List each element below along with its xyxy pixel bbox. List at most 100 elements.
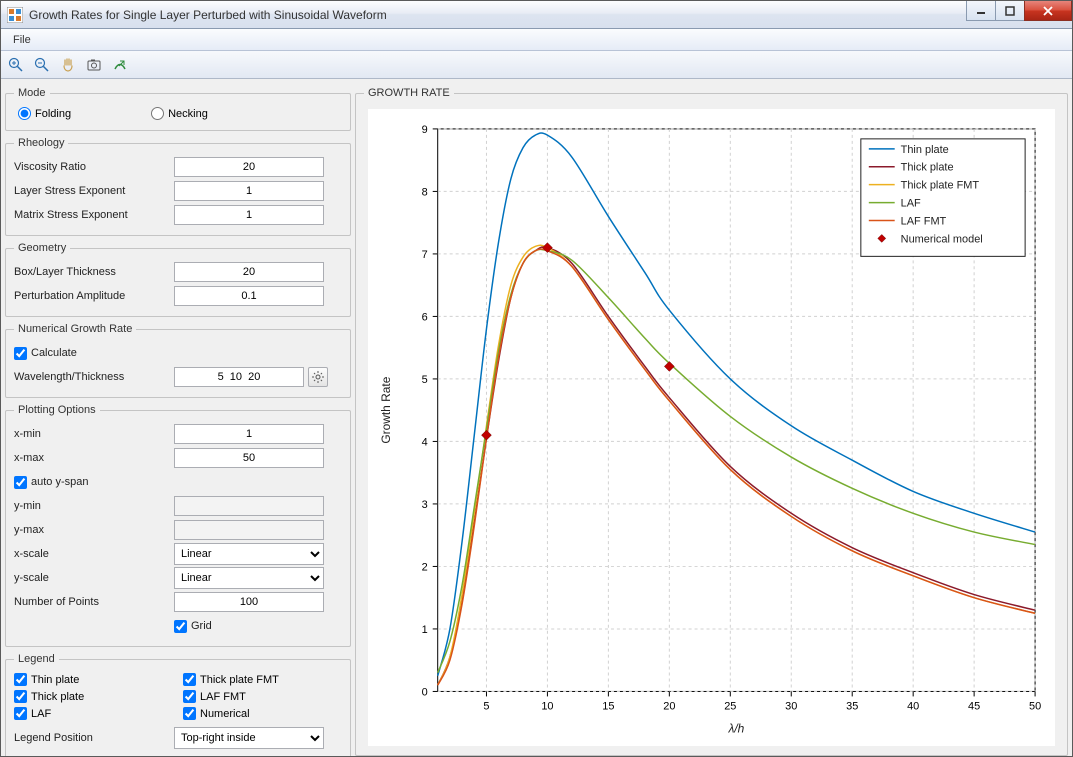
grid-checkbox[interactable]: Grid <box>174 620 334 633</box>
xscale-label: x-scale <box>14 548 174 560</box>
xmin-input[interactable] <box>174 424 324 444</box>
export-icon[interactable] <box>111 56 129 74</box>
ymax-label: y-max <box>14 524 174 536</box>
viscosity-ratio-label: Viscosity Ratio <box>14 161 174 173</box>
plotting-options-group: Plotting Options x-min x-max auto y-span… <box>5 404 351 647</box>
rheology-group: Rheology Viscosity Ratio Layer Stress Ex… <box>5 137 351 236</box>
svg-text:40: 40 <box>907 700 919 712</box>
maximize-button[interactable] <box>995 1 1025 21</box>
titlebar[interactable]: Growth Rates for Single Layer Perturbed … <box>1 1 1072 29</box>
controls-panel: Mode Folding Necking Rheology Viscosity … <box>5 83 351 752</box>
pan-icon[interactable] <box>59 56 77 74</box>
svg-text:15: 15 <box>602 700 614 712</box>
wl-th-label: Wavelength/Thickness <box>14 371 174 383</box>
camera-icon[interactable] <box>85 56 103 74</box>
ymin-label: y-min <box>14 500 174 512</box>
npoints-label: Number of Points <box>14 596 174 608</box>
svg-text:30: 30 <box>785 700 797 712</box>
numgr-legend: Numerical Growth Rate <box>14 323 136 335</box>
legend-laf-checkbox[interactable]: LAF <box>14 707 173 720</box>
chart-fieldset: GROWTH RATE 5101520253035404550012345678… <box>355 87 1068 756</box>
svg-text:5: 5 <box>483 700 489 712</box>
minimize-button[interactable] <box>966 1 996 21</box>
body-area: Mode Folding Necking Rheology Viscosity … <box>1 79 1072 756</box>
geometry-group: Geometry Box/Layer Thickness Perturbatio… <box>5 242 351 317</box>
menu-file[interactable]: File <box>5 32 39 48</box>
legend-thin-checkbox[interactable]: Thin plate <box>14 673 173 686</box>
legend-thick-checkbox[interactable]: Thick plate <box>14 690 173 703</box>
viscosity-ratio-input[interactable] <box>174 157 324 177</box>
svg-text:8: 8 <box>422 186 428 198</box>
mode-necking-radio[interactable]: Necking <box>151 107 208 120</box>
geometry-legend: Geometry <box>14 242 70 254</box>
svg-text:Thick plate: Thick plate <box>901 162 954 174</box>
svg-text:20: 20 <box>663 700 675 712</box>
yscale-label: y-scale <box>14 572 174 584</box>
legend-thick-fmt-checkbox[interactable]: Thick plate FMT <box>183 673 342 686</box>
menubar: File <box>1 29 1072 51</box>
legend-legend: Legend <box>14 653 59 665</box>
legend-group: Legend Thin plate Thick plate FMT Thick … <box>5 653 351 756</box>
gear-button[interactable] <box>308 367 328 387</box>
plot-area[interactable]: 51015202530354045500123456789λ/hGrowth R… <box>368 109 1055 746</box>
svg-text:1: 1 <box>422 624 428 636</box>
wl-th-input[interactable] <box>174 367 304 387</box>
xmin-label: x-min <box>14 428 174 440</box>
legend-pos-label: Legend Position <box>14 732 174 744</box>
window-title: Growth Rates for Single Layer Perturbed … <box>29 8 967 22</box>
app-window: Growth Rates for Single Layer Perturbed … <box>0 0 1073 757</box>
box-layer-label: Box/Layer Thickness <box>14 266 174 278</box>
mode-group: Mode Folding Necking <box>5 87 351 131</box>
svg-text:3: 3 <box>422 499 428 511</box>
mode-legend: Mode <box>14 87 50 99</box>
svg-text:4: 4 <box>422 436 428 448</box>
zoom-out-icon[interactable] <box>33 56 51 74</box>
svg-text:25: 25 <box>724 700 736 712</box>
zoom-in-icon[interactable] <box>7 56 25 74</box>
svg-text:7: 7 <box>422 249 428 261</box>
xmax-label: x-max <box>14 452 174 464</box>
xmax-input[interactable] <box>174 448 324 468</box>
svg-text:Thick plate FMT: Thick plate FMT <box>901 180 980 192</box>
toolbar <box>1 51 1072 79</box>
xscale-select[interactable]: Linear <box>174 543 324 565</box>
calculate-checkbox[interactable]: Calculate <box>14 347 174 360</box>
legend-laf-fmt-checkbox[interactable]: LAF FMT <box>183 690 342 703</box>
svg-text:λ/h: λ/h <box>727 721 744 735</box>
plotopts-legend: Plotting Options <box>14 404 100 416</box>
box-layer-input[interactable] <box>174 262 324 282</box>
svg-text:LAF FMT: LAF FMT <box>901 215 947 227</box>
auto-yspan-checkbox[interactable]: auto y-span <box>14 476 174 489</box>
svg-text:Growth Rate: Growth Rate <box>379 376 393 443</box>
mode-folding-radio[interactable]: Folding <box>18 107 71 120</box>
rheology-legend: Rheology <box>14 137 68 149</box>
svg-text:6: 6 <box>422 311 428 323</box>
layer-stress-exp-input[interactable] <box>174 181 324 201</box>
numerical-growth-group: Numerical Growth Rate Calculate Waveleng… <box>5 323 351 398</box>
chart-fieldset-legend: GROWTH RATE <box>364 87 454 99</box>
pert-amp-label: Perturbation Amplitude <box>14 290 174 302</box>
layer-stress-exp-label: Layer Stress Exponent <box>14 185 174 197</box>
svg-text:45: 45 <box>968 700 980 712</box>
close-button[interactable] <box>1024 1 1072 21</box>
svg-text:9: 9 <box>422 124 428 136</box>
legend-numerical-checkbox[interactable]: Numerical <box>183 707 342 720</box>
npoints-input[interactable] <box>174 592 324 612</box>
window-controls <box>967 1 1072 28</box>
svg-text:Numerical model: Numerical model <box>901 233 983 245</box>
svg-text:2: 2 <box>422 561 428 573</box>
yscale-select[interactable]: Linear <box>174 567 324 589</box>
svg-text:10: 10 <box>541 700 553 712</box>
svg-text:Thin plate: Thin plate <box>901 144 949 156</box>
ymin-input <box>174 496 324 516</box>
matrix-stress-exp-input[interactable] <box>174 205 324 225</box>
legend-pos-select[interactable]: Top-right inside <box>174 727 324 749</box>
svg-text:LAF: LAF <box>901 198 921 210</box>
app-icon <box>7 7 23 23</box>
svg-text:0: 0 <box>422 686 428 698</box>
pert-amp-input[interactable] <box>174 286 324 306</box>
svg-text:35: 35 <box>846 700 858 712</box>
ymax-input <box>174 520 324 540</box>
chart-panel: GROWTH RATE 5101520253035404550012345678… <box>355 83 1068 752</box>
matrix-stress-exp-label: Matrix Stress Exponent <box>14 209 174 221</box>
